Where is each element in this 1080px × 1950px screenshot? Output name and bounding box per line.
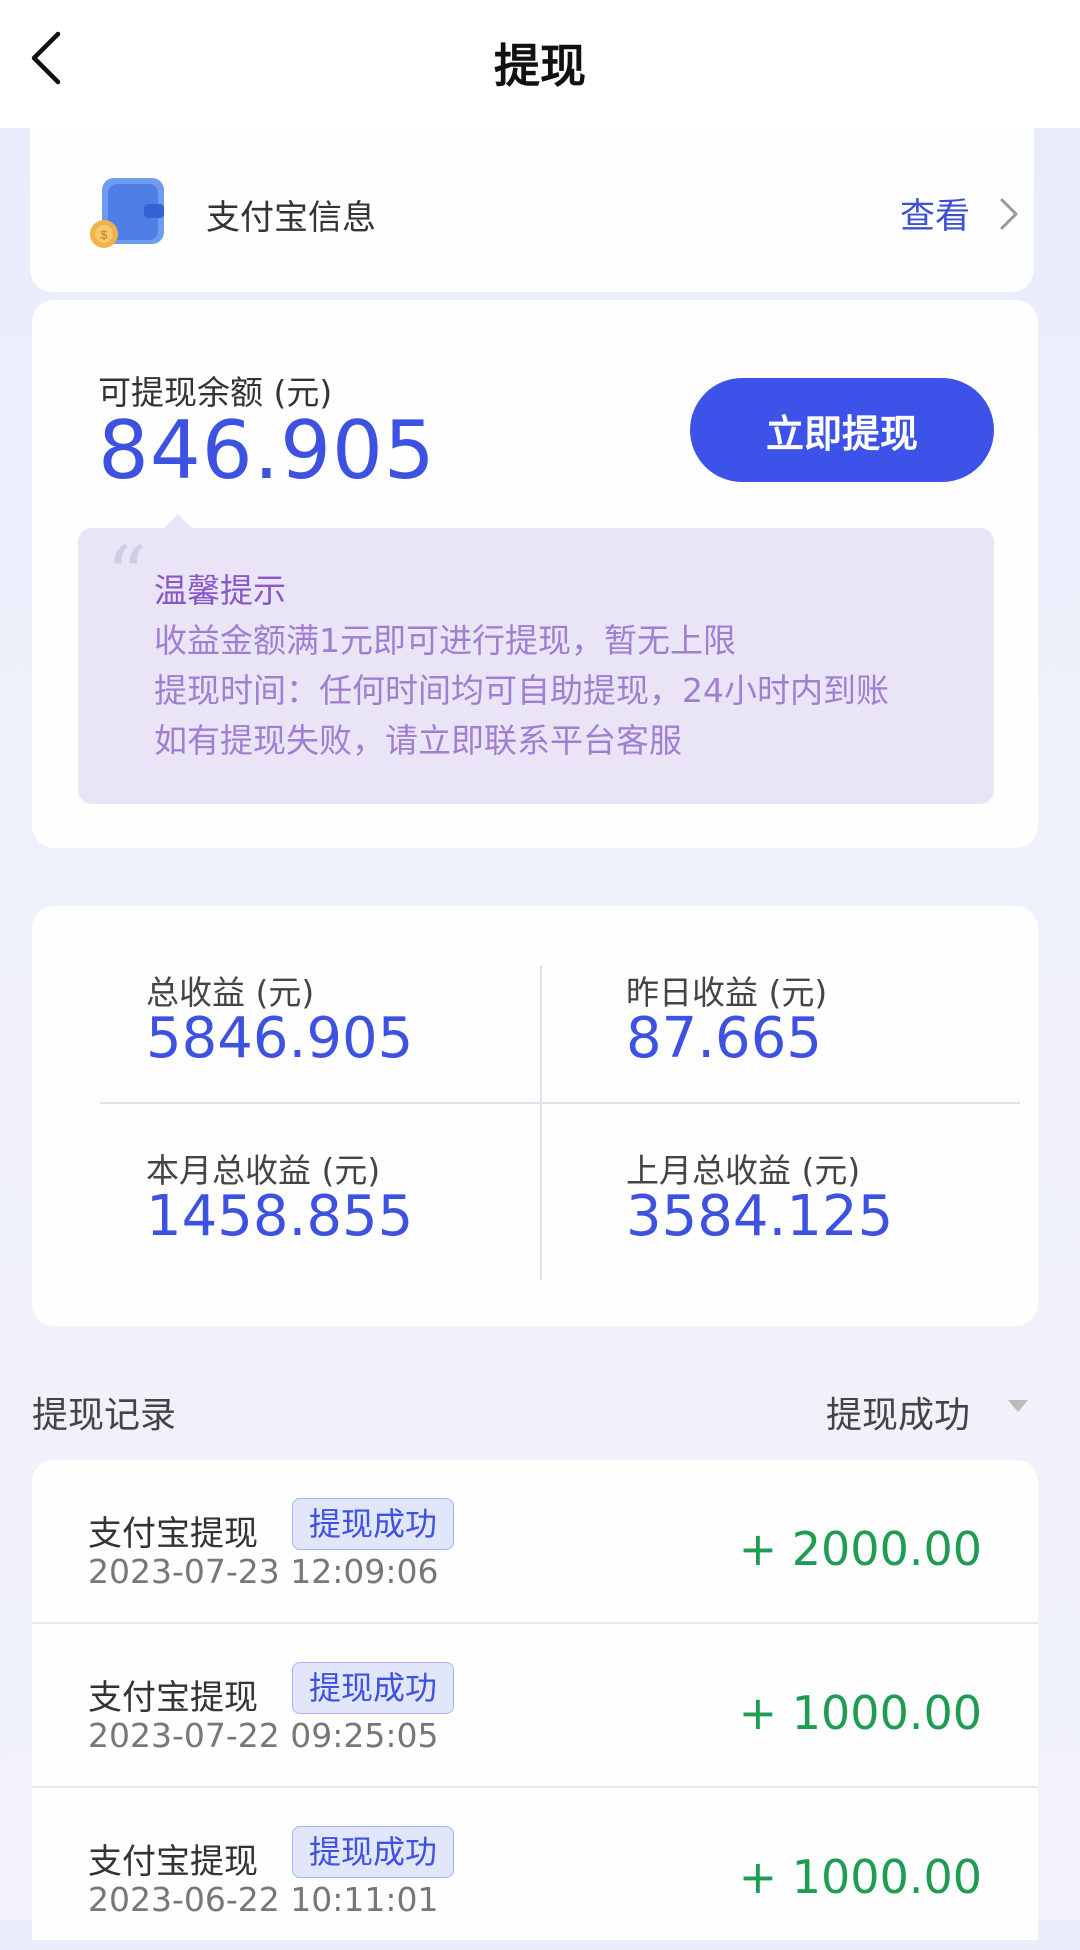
this-month-earnings-value: 1458.855	[146, 1184, 414, 1249]
record-amount: + 1000.00	[738, 1850, 982, 1904]
record-title: 支付宝提现	[88, 1678, 258, 1718]
record-row[interactable]: 支付宝提现 提现成功 2023-06-22 10:11:01 + 1000.00	[32, 1788, 1038, 1950]
record-title: 支付宝提现	[88, 1514, 258, 1554]
record-amount: + 2000.00	[738, 1522, 982, 1576]
last-month-earnings-value: 3584.125	[626, 1184, 894, 1249]
view-link[interactable]: 查看	[900, 188, 970, 239]
divider	[540, 966, 542, 1280]
record-row[interactable]: 支付宝提现 提现成功 2023-07-22 09:25:05 + 1000.00	[32, 1624, 1038, 1786]
balance-card: 可提现余额 (元) 846.905 立即提现 “ 温馨提示 收益金额满1元即可进…	[32, 300, 1038, 848]
record-time: 2023-07-22 09:25:05	[88, 1716, 439, 1755]
balance-value: 846.905	[98, 404, 436, 497]
withdraw-records-list: 支付宝提现 提现成功 2023-07-23 12:09:06 + 2000.00…	[32, 1460, 1038, 1940]
status-badge: 提现成功	[292, 1826, 455, 1878]
chevron-right-icon[interactable]	[998, 196, 1020, 232]
page-title: 提现	[494, 39, 586, 93]
tip-line: 收益金额满1元即可进行提现，暂无上限	[154, 621, 736, 660]
total-earnings-value: 5846.905	[146, 1006, 414, 1071]
record-title: 支付宝提现	[88, 1842, 258, 1882]
status-badge: 提现成功	[292, 1498, 455, 1550]
tips-box: “ 温馨提示 收益金额满1元即可进行提现，暂无上限 提现时间：任何时间均可自助提…	[78, 528, 994, 804]
withdraw-now-button[interactable]: 立即提现	[690, 378, 994, 482]
earnings-stats-card: 总收益 (元) 5846.905 昨日收益 (元) 87.665 本月总收益 (…	[32, 906, 1038, 1326]
tip-line: 如有提现失败，请立即联系平台客服	[154, 721, 682, 760]
tip-line: 提现时间：任何时间均可自助提现，24小时内到账	[154, 671, 889, 710]
tips-title: 温馨提示	[154, 571, 286, 610]
record-amount: + 1000.00	[738, 1686, 982, 1740]
status-filter-dropdown[interactable]: 提现成功	[826, 1386, 970, 1438]
alipay-info-label: 支付宝信息	[206, 198, 376, 238]
yesterday-earnings-value: 87.665	[626, 1006, 822, 1071]
alipay-info-row[interactable]: $ 支付宝信息 查看	[30, 128, 1034, 292]
record-time: 2023-06-22 10:11:01	[88, 1880, 439, 1919]
svg-text:$: $	[101, 228, 108, 242]
records-title: 提现记录	[32, 1395, 177, 1436]
wallet-icon: $	[90, 178, 164, 248]
caret-down-icon[interactable]	[1008, 1400, 1028, 1412]
divider	[100, 1102, 1020, 1104]
quote-icon: “	[106, 529, 147, 622]
top-bar: 提现	[0, 0, 1080, 128]
status-badge: 提现成功	[292, 1662, 455, 1714]
record-time: 2023-07-23 12:09:06	[88, 1552, 439, 1591]
record-row[interactable]: 支付宝提现 提现成功 2023-07-23 12:09:06 + 2000.00	[32, 1460, 1038, 1622]
